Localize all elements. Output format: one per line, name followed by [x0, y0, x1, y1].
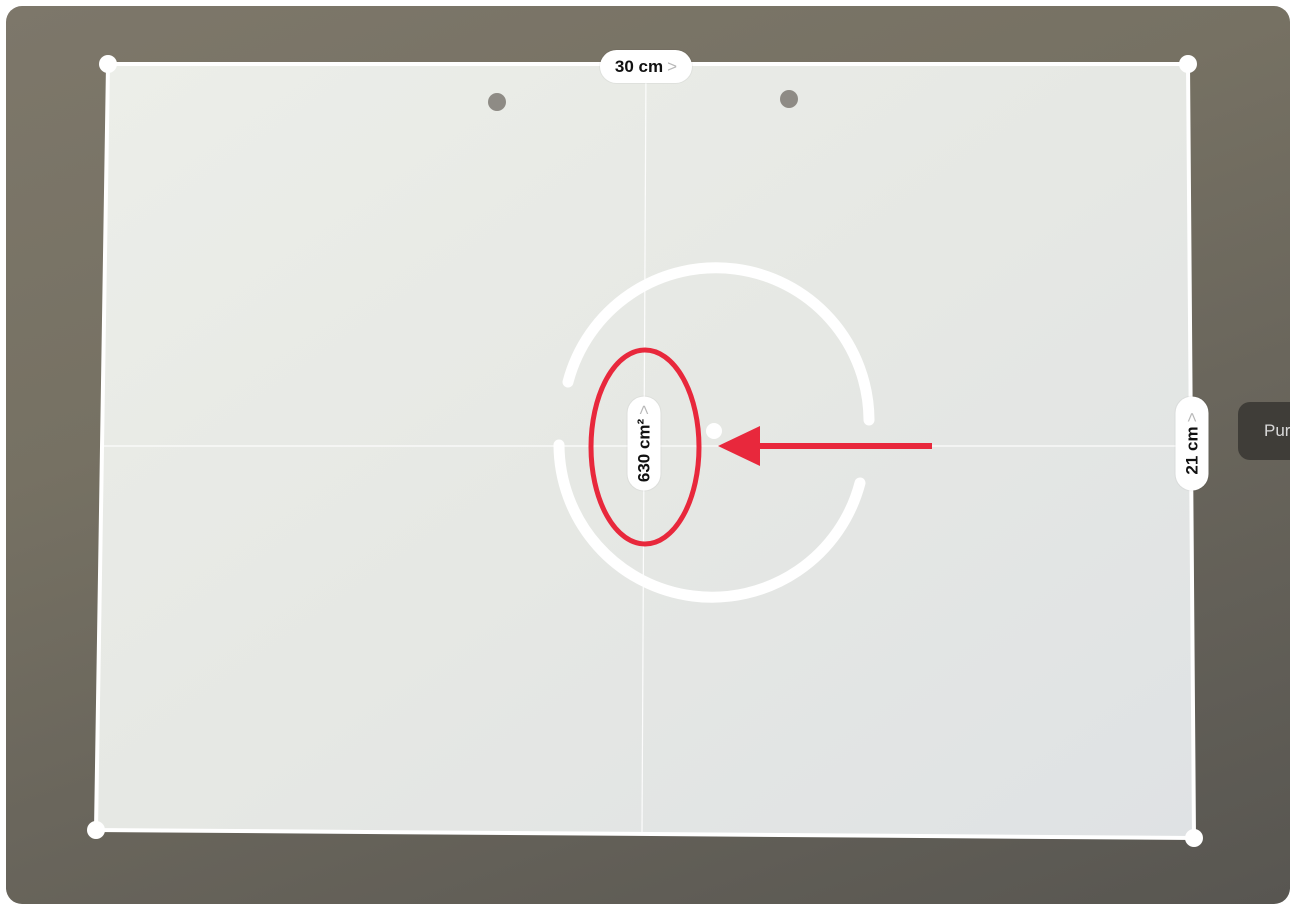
- punch-hole-left: [488, 93, 506, 111]
- side-edge-length-text: 21 cm: [1182, 426, 1201, 475]
- area-measurement-text: 630 cm²: [634, 418, 653, 483]
- side-edge-length-label[interactable]: 21 cm >: [1175, 396, 1209, 491]
- top-edge-length-text: 30 cm: [614, 56, 664, 76]
- reticle-center-dot: [706, 423, 722, 439]
- side-action-button-label: Pur: [1264, 421, 1290, 440]
- punch-hole-right: [780, 90, 798, 108]
- chevron-right-icon: >: [667, 56, 678, 76]
- corner-handle-bottom-right[interactable]: [1185, 829, 1203, 847]
- top-edge-length-label[interactable]: 30 cm >: [600, 50, 692, 83]
- corner-handle-bottom-left[interactable]: [87, 821, 105, 839]
- chevron-right-icon: >: [1182, 412, 1201, 423]
- corner-handle-top-right[interactable]: [1179, 55, 1197, 73]
- area-measurement-label[interactable]: 630 cm² >: [627, 396, 661, 491]
- side-action-button[interactable]: Pur: [1238, 402, 1290, 460]
- corner-handle-top-left[interactable]: [99, 55, 117, 73]
- chevron-right-icon: >: [634, 404, 653, 415]
